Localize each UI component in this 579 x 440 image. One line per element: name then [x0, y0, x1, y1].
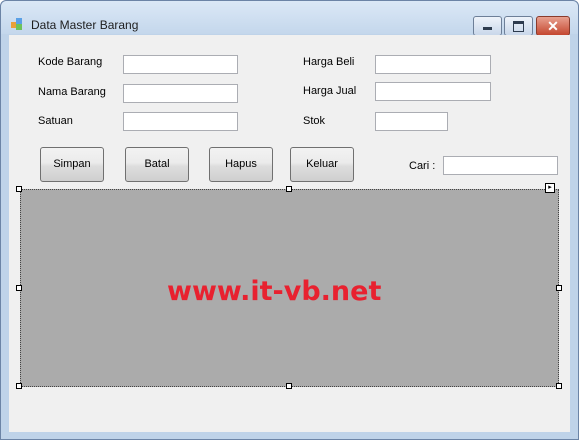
minimize-icon	[483, 27, 492, 30]
resize-handle-bottom[interactable]	[286, 383, 292, 389]
label-harga-beli: Harga Beli	[303, 56, 355, 68]
data-grid[interactable]: www.it-vb.net	[20, 189, 559, 387]
main-window: Data Master Barang ✕ Kode Barang Nama Ba…	[0, 0, 579, 440]
form-client-area: Kode Barang Nama Barang Satuan Harga Bel…	[9, 35, 570, 432]
keluar-button[interactable]: Keluar	[290, 147, 354, 182]
harga-beli-input[interactable]	[375, 55, 491, 74]
label-harga-jual: Harga Jual	[303, 85, 357, 97]
label-kode-barang: Kode Barang	[38, 56, 103, 68]
window-title: Data Master Barang	[31, 18, 139, 32]
minimize-button[interactable]	[473, 16, 502, 36]
hapus-button[interactable]: Hapus	[209, 147, 273, 182]
stok-input[interactable]	[375, 112, 448, 131]
maximize-button[interactable]	[504, 16, 533, 36]
resize-handle-top[interactable]	[286, 186, 292, 192]
nama-barang-input[interactable]	[123, 84, 238, 103]
title-bar[interactable]: Data Master Barang ✕	[1, 1, 578, 36]
resize-handle-bottom-right[interactable]	[556, 383, 562, 389]
cari-input[interactable]	[443, 156, 558, 175]
resize-handle-left[interactable]	[16, 285, 22, 291]
label-satuan: Satuan	[38, 115, 73, 127]
label-stok: Stok	[303, 115, 326, 127]
resize-handle-right[interactable]	[556, 285, 562, 291]
watermark-text: www.it-vb.net	[167, 276, 382, 307]
batal-button[interactable]: Batal	[125, 147, 189, 182]
close-icon: ✕	[547, 18, 559, 34]
satuan-input[interactable]	[123, 112, 238, 131]
harga-jual-input[interactable]	[375, 82, 491, 101]
resize-handle-bottom-left[interactable]	[16, 383, 22, 389]
close-button[interactable]: ✕	[536, 16, 570, 36]
simpan-button[interactable]: Simpan	[40, 147, 104, 182]
kode-barang-input[interactable]	[123, 55, 238, 74]
maximize-icon	[513, 21, 524, 32]
smart-tag-arrow-icon[interactable]: ▸	[545, 183, 555, 193]
app-icon	[11, 18, 23, 30]
label-nama-barang: Nama Barang	[38, 86, 106, 98]
label-cari: Cari :	[409, 160, 436, 172]
resize-handle-top-left[interactable]	[16, 186, 22, 192]
